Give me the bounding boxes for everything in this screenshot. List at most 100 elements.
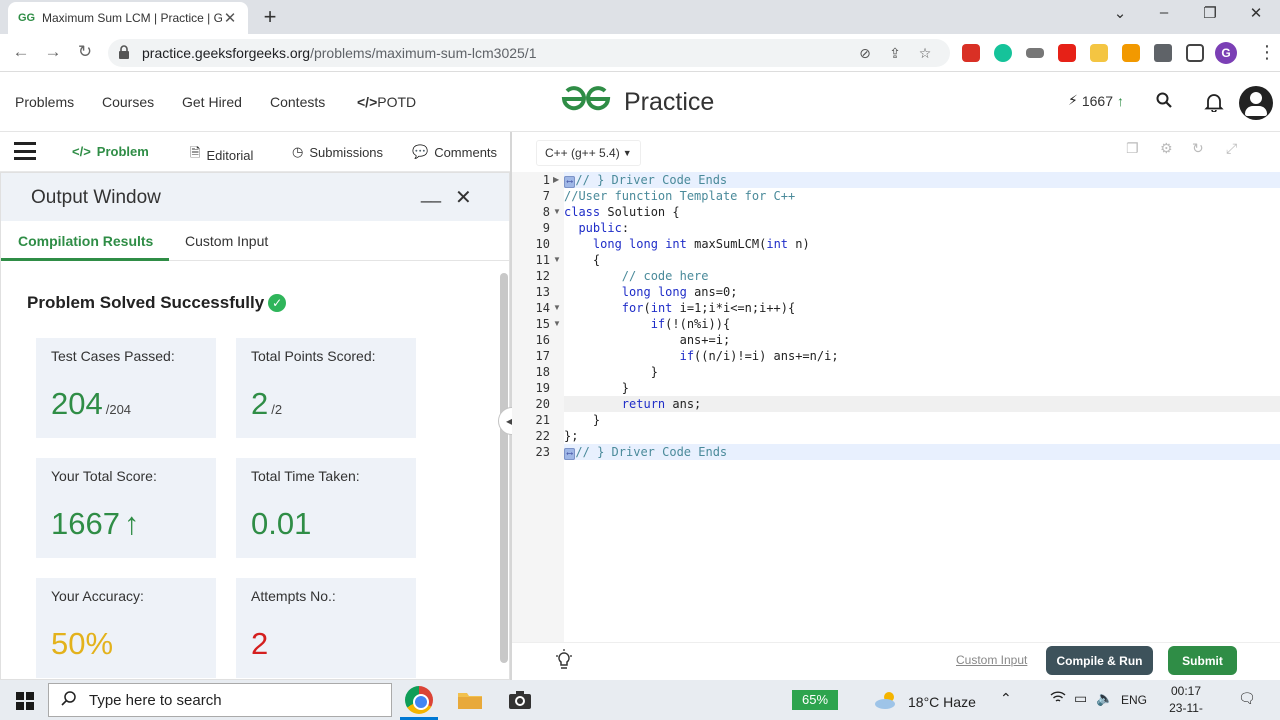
tab-problem[interactable]: </> Problem	[72, 144, 149, 159]
tab-submissions[interactable]: ◷ Submissions	[292, 144, 383, 160]
code-line[interactable]: }	[564, 412, 1280, 428]
camera-icon[interactable]	[506, 686, 534, 714]
fold-down-icon[interactable]: ▼	[553, 252, 561, 268]
line-number: 9	[542, 221, 550, 235]
code-line[interactable]: if(!(n%i)){	[564, 316, 1280, 332]
taskbar-search-input[interactable]: Type here to search	[48, 683, 392, 717]
tab-editorial[interactable]: 🗎 Editorial	[190, 144, 253, 166]
extension-youtube-icon[interactable]	[1058, 44, 1076, 62]
code-line[interactable]: class Solution {	[564, 204, 1280, 220]
volume-icon[interactable]: 🔈	[1096, 690, 1113, 707]
code-line[interactable]: }	[564, 380, 1280, 396]
code-line[interactable]: long long ans=0;	[564, 284, 1280, 300]
battery-indicator[interactable]: 65%	[792, 690, 838, 710]
fold-down-icon[interactable]: ▼	[553, 316, 561, 332]
fold-right-icon[interactable]: ▶	[553, 172, 559, 188]
code-line[interactable]: };	[564, 428, 1280, 444]
lightning-icon: ⚡	[1068, 92, 1078, 108]
minimize-window-icon[interactable]: –	[1152, 4, 1176, 21]
user-avatar-icon[interactable]	[1239, 86, 1273, 120]
side-panel-icon[interactable]	[1186, 44, 1204, 62]
line-number: 13	[535, 285, 550, 299]
windows-start-icon[interactable]	[16, 692, 34, 710]
system-clock[interactable]: 00:17 23-11-2022	[1156, 683, 1216, 720]
forward-icon[interactable]: →	[42, 42, 64, 62]
profile-avatar[interactable]: G	[1215, 42, 1237, 64]
output-scrollbar[interactable]	[500, 273, 508, 663]
share-icon[interactable]: ⇪	[880, 45, 910, 62]
url-field[interactable]: practice.geeksforgeeks.org/problems/maxi…	[108, 39, 950, 67]
bell-icon[interactable]	[1204, 92, 1224, 117]
nav-contests[interactable]: Contests	[270, 94, 325, 110]
browser-tab-bar: GG Maximum Sum LCM | Practice | G ✕ + ⌄ …	[0, 0, 1280, 34]
code-line[interactable]: return ans;	[564, 396, 1280, 412]
code-line[interactable]: ⟷// } Driver Code Ends	[564, 172, 1280, 188]
restore-window-icon[interactable]: ❐	[1198, 4, 1222, 22]
lightbulb-icon[interactable]	[554, 649, 574, 677]
gfg-logo[interactable]: Practice	[558, 85, 714, 120]
bookmark-star-icon[interactable]: ☆	[910, 45, 940, 62]
new-tab-icon[interactable]: +	[258, 4, 282, 30]
nav-courses[interactable]: Courses	[102, 94, 154, 110]
submit-button[interactable]: Submit	[1168, 646, 1237, 675]
code-line[interactable]: // code here	[564, 268, 1280, 284]
folded-marker-icon[interactable]: ⟷	[564, 176, 576, 188]
compile-run-button[interactable]: Compile & Run	[1046, 646, 1153, 675]
fullscreen-icon[interactable]: ⤢	[1226, 140, 1237, 157]
code-line[interactable]: public:	[564, 220, 1280, 236]
nav-potd[interactable]: </>POTD	[357, 94, 416, 110]
tab-search-icon[interactable]: ⌄	[1108, 4, 1132, 22]
wifi-icon[interactable]	[1050, 690, 1066, 707]
nav-get-hired[interactable]: Get Hired	[182, 94, 242, 110]
lock-icon[interactable]	[118, 44, 136, 62]
problem-tabs: </> Problem 🗎 Editorial ◷ Submissions 💬 …	[0, 132, 510, 172]
battery-icon[interactable]: ▭	[1074, 690, 1087, 707]
chevron-up-icon[interactable]: ⌃	[1000, 690, 1012, 707]
code-line[interactable]: ⟷// } Driver Code Ends	[564, 444, 1280, 460]
browser-tab[interactable]: GG Maximum Sum LCM | Practice | G ✕	[8, 2, 248, 34]
fold-down-icon[interactable]: ▼	[553, 300, 561, 316]
code-line[interactable]: //User function Template for C++	[564, 188, 1280, 204]
settings-icon[interactable]: ⚙	[1160, 140, 1173, 157]
code-editor[interactable]: ⟷// } Driver Code Ends//User function Te…	[564, 172, 1280, 642]
close-icon[interactable]: ✕	[455, 185, 472, 210]
file-explorer-icon[interactable]	[456, 686, 484, 714]
chrome-icon[interactable]	[405, 686, 433, 714]
tab-compilation-results[interactable]: Compilation Results	[18, 233, 153, 249]
code-line[interactable]: ans+=i;	[564, 332, 1280, 348]
weather-widget[interactable]: 18°C Haze	[874, 690, 976, 713]
copy-icon[interactable]: ❐	[1126, 140, 1139, 157]
code-line[interactable]: long long int maxSumLCM(int n)	[564, 236, 1280, 252]
notifications-icon[interactable]: 🗨	[1238, 690, 1256, 707]
tab-custom-input[interactable]: Custom Input	[185, 233, 268, 249]
custom-input-link[interactable]: Custom Input	[956, 653, 1027, 667]
code-line[interactable]: {	[564, 252, 1280, 268]
minimize-icon[interactable]: __	[421, 183, 441, 204]
extension-chart-icon[interactable]	[1090, 44, 1108, 62]
code-line[interactable]: for(int i=1;i*i<=n;i++){	[564, 300, 1280, 316]
streak-score[interactable]: ⚡ 1667 ↑	[1068, 92, 1124, 109]
search-icon[interactable]	[1156, 92, 1172, 113]
extension-bars-icon[interactable]	[1026, 48, 1044, 58]
extension-pen-icon[interactable]	[1122, 44, 1140, 62]
code-line[interactable]: }	[564, 364, 1280, 380]
hamburger-menu-icon[interactable]	[14, 142, 36, 160]
tab-comments[interactable]: 💬 Comments	[412, 144, 497, 160]
reset-icon[interactable]: ↻	[1192, 140, 1204, 157]
fold-down-icon[interactable]: ▼	[553, 204, 561, 220]
language-select[interactable]: C++ (g++ 5.4) ▼	[536, 140, 641, 166]
browser-menu-icon[interactable]: ⋮	[1258, 42, 1276, 63]
code-line[interactable]: if((n/i)!=i) ans+=n/i;	[564, 348, 1280, 364]
reload-icon[interactable]: ↻	[74, 42, 96, 62]
nav-problems[interactable]: Problems	[15, 94, 74, 110]
folded-marker-icon[interactable]: ⟷	[564, 448, 576, 460]
extension-m-icon[interactable]	[962, 44, 980, 62]
language-indicator[interactable]: ENG	[1121, 693, 1147, 707]
close-tab-icon[interactable]: ✕	[222, 9, 238, 27]
close-window-icon[interactable]: ✕	[1244, 4, 1268, 22]
points-value: 2	[251, 386, 269, 421]
extensions-puzzle-icon[interactable]	[1154, 44, 1172, 62]
back-icon[interactable]: ←	[10, 42, 32, 62]
eye-off-icon[interactable]: ⊘	[850, 45, 880, 62]
extension-grammarly-icon[interactable]	[994, 44, 1012, 62]
